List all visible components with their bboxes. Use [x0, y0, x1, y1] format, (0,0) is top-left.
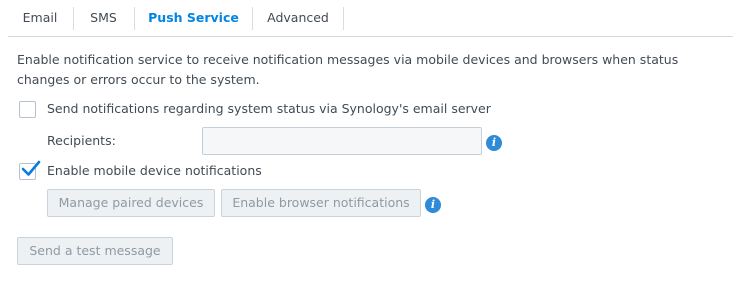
tab-bar: Email SMS Push Service Advanced	[8, 0, 733, 37]
tab-email[interactable]: Email	[8, 0, 72, 36]
tab-push-service[interactable]: Push Service	[135, 0, 252, 36]
tab-sms[interactable]: SMS	[74, 0, 133, 36]
manage-paired-devices-button[interactable]: Manage paired devices	[47, 189, 215, 217]
checkmark-icon	[21, 160, 41, 176]
info-icon[interactable]: i	[486, 135, 502, 151]
enable-browser-notifications-button[interactable]: Enable browser notifications	[221, 189, 421, 217]
recipients-label: Recipients:	[47, 133, 116, 148]
mobile-notifications-label: Enable mobile device notifications	[47, 163, 262, 178]
system-status-label: Send notifications regarding system stat…	[47, 101, 491, 116]
tab-advanced[interactable]: Advanced	[253, 0, 343, 36]
recipients-input[interactable]	[202, 127, 482, 155]
system-status-checkbox[interactable]	[19, 101, 36, 118]
info-icon[interactable]: i	[425, 197, 441, 213]
send-test-message-button[interactable]: Send a test message	[17, 237, 173, 265]
description-text: Enable notification service to receive n…	[17, 52, 679, 87]
tab-divider	[343, 7, 344, 30]
mobile-notifications-checkbox[interactable]	[19, 160, 41, 180]
